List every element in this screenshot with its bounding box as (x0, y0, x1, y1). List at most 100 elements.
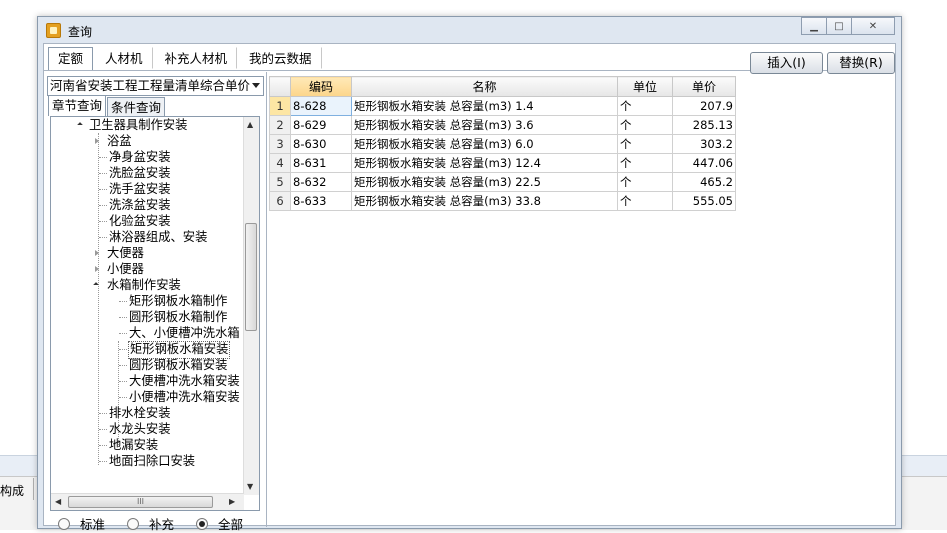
cell-code[interactable]: 8-630 (290, 134, 352, 154)
table-row[interactable]: 1 8-628 矩形钢板水箱安装 总容量(m3) 1.4 个 207.9 (269, 96, 736, 116)
cell-name[interactable]: 矩形钢板水箱安装 总容量(m3) 12.4 (351, 153, 618, 173)
tab-labor-material-machine[interactable]: 人材机 (95, 47, 153, 69)
cell-code[interactable]: 8-633 (290, 191, 352, 211)
filter-radio-group: 标准 补充 全部 (58, 514, 265, 533)
tab-condition-search[interactable]: 条件查询 (107, 97, 166, 116)
collapsed-icon[interactable] (95, 266, 99, 272)
cell-name[interactable]: 矩形钢板水箱安装 总容量(m3) 3.6 (351, 115, 618, 135)
tree-node[interactable]: 地面扫除口安装 (109, 453, 195, 469)
cell-unit[interactable]: 个 (617, 134, 673, 154)
tree-node[interactable]: 大、小便槽冲洗水箱 (129, 325, 240, 341)
row-number[interactable]: 2 (269, 115, 291, 135)
tree-node[interactable]: 洗脸盆安装 (109, 165, 171, 181)
cell-name[interactable]: 矩形钢板水箱安装 总容量(m3) 6.0 (351, 134, 618, 154)
title-bar[interactable]: 查询 ▁ □ ✕ (38, 17, 901, 43)
tree-node[interactable]: 小便槽冲洗水箱安装 (129, 389, 240, 405)
tree-node-water-tank[interactable]: 水箱制作安装 (107, 277, 181, 293)
cell-name[interactable]: 矩形钢板水箱安装 总容量(m3) 1.4 (351, 96, 618, 116)
scroll-right-icon[interactable]: ▶ (229, 497, 235, 506)
tree-horizontal-scrollbar[interactable]: ◀ III ▶ (51, 493, 244, 510)
tab-supplement-labor-material[interactable]: 补充人材机 (155, 47, 238, 69)
vertical-scroll-thumb[interactable] (245, 223, 257, 331)
tree-node[interactable]: 圆形钢板水箱制作 (129, 309, 227, 325)
tree-node-toilet[interactable]: 大便器 (107, 245, 144, 261)
tree-connector (99, 173, 107, 174)
radio-all[interactable]: 全部 (196, 514, 243, 533)
tree-connector (119, 333, 127, 334)
radio-button[interactable] (196, 517, 209, 530)
tree-node[interactable]: 洗涤盆安装 (109, 197, 171, 213)
tree-connector (119, 397, 127, 398)
replace-button[interactable]: 替换(R) (827, 52, 895, 74)
cell-unit[interactable]: 个 (617, 96, 673, 116)
radio-button[interactable] (127, 517, 140, 530)
table-row[interactable]: 2 8-629 矩形钢板水箱安装 总容量(m3) 3.6 个 285.13 (269, 115, 736, 135)
tree-connector (119, 349, 127, 350)
tab-my-cloud-data[interactable]: 我的云数据 (239, 47, 322, 69)
column-header-name[interactable]: 名称 (351, 76, 618, 97)
tree-node[interactable]: 大便槽冲洗水箱安装 (129, 373, 240, 389)
tree-node-sanitary-fixtures[interactable]: 卫生器具制作安装 (89, 117, 187, 133)
cell-unit[interactable]: 个 (617, 153, 673, 173)
row-number[interactable]: 4 (269, 153, 291, 173)
tree-node[interactable]: 地漏安装 (109, 437, 158, 453)
expanded-icon[interactable] (77, 122, 83, 128)
cell-price[interactable]: 555.05 (672, 191, 736, 211)
table-row[interactable]: 4 8-631 矩形钢板水箱安装 总容量(m3) 12.4 个 447.06 (269, 153, 736, 173)
cell-code[interactable]: 8-628 (290, 96, 352, 116)
scroll-down-icon[interactable]: ▼ (247, 482, 253, 491)
cell-code[interactable]: 8-629 (290, 115, 352, 135)
collapsed-icon[interactable] (95, 250, 99, 256)
cell-price[interactable]: 447.06 (672, 153, 736, 173)
cell-name[interactable]: 矩形钢板水箱安装 总容量(m3) 33.8 (351, 191, 618, 211)
column-header-unit[interactable]: 单位 (617, 76, 673, 97)
radio-standard[interactable]: 标准 (58, 514, 105, 533)
cell-code[interactable]: 8-631 (290, 153, 352, 173)
cell-unit[interactable]: 个 (617, 191, 673, 211)
tree-node[interactable]: 化验盆安装 (109, 213, 171, 229)
scroll-up-icon[interactable]: ▲ (247, 120, 253, 129)
scroll-left-icon[interactable]: ◀ (55, 497, 61, 506)
table-row[interactable]: 3 8-630 矩形钢板水箱安装 总容量(m3) 6.0 个 303.2 (269, 134, 736, 154)
background-separator (33, 478, 34, 500)
maximize-icon: □ (834, 20, 844, 32)
maximize-button[interactable]: □ (826, 17, 852, 35)
tree-vertical-scrollbar[interactable]: ▲ ▼ (243, 117, 259, 495)
row-number[interactable]: 1 (269, 96, 291, 116)
tree-node[interactable]: 排水栓安装 (109, 405, 171, 421)
tree-node[interactable]: 净身盆安装 (109, 149, 171, 165)
collapsed-icon[interactable] (95, 138, 99, 144)
tree-node[interactable]: 矩形钢板水箱制作 (129, 293, 227, 309)
tab-chapter-search[interactable]: 章节查询 (48, 95, 107, 116)
cell-code[interactable]: 8-632 (290, 172, 352, 192)
tab-quota[interactable]: 定额 (48, 47, 94, 71)
quota-library-select[interactable]: 河南省安装工程工程量清单综合单价 (47, 76, 264, 96)
row-number[interactable]: 5 (269, 172, 291, 192)
cell-unit[interactable]: 个 (617, 172, 673, 192)
cell-name[interactable]: 矩形钢板水箱安装 总容量(m3) 22.5 (351, 172, 618, 192)
tree-node[interactable]: 淋浴器组成、安装 (109, 229, 207, 245)
table-row[interactable]: 5 8-632 矩形钢板水箱安装 总容量(m3) 22.5 个 465.2 (269, 172, 736, 192)
table-row[interactable]: 6 8-633 矩形钢板水箱安装 总容量(m3) 33.8 个 555.05 (269, 191, 736, 211)
cell-unit[interactable]: 个 (617, 115, 673, 135)
horizontal-scroll-thumb[interactable]: III (68, 496, 213, 508)
tree-node[interactable]: 洗手盆安装 (109, 181, 171, 197)
radio-supplement[interactable]: 补充 (127, 514, 174, 533)
cell-price[interactable]: 285.13 (672, 115, 736, 135)
column-header-price[interactable]: 单价 (672, 76, 736, 97)
cell-price[interactable]: 207.9 (672, 96, 736, 116)
insert-button[interactable]: 插入(I) (750, 52, 823, 74)
row-number[interactable]: 6 (269, 191, 291, 211)
tree-node[interactable]: 圆形钢板水箱安装 (129, 357, 227, 373)
cell-price[interactable]: 303.2 (672, 134, 736, 154)
panel-splitter[interactable] (266, 72, 267, 527)
minimize-button[interactable]: ▁ (801, 17, 827, 35)
tree-node[interactable]: 水龙头安装 (109, 421, 171, 437)
row-number[interactable]: 3 (269, 134, 291, 154)
radio-button[interactable] (58, 517, 70, 530)
tree-node-bathtub[interactable]: 浴盆 (107, 133, 132, 149)
cell-price[interactable]: 465.2 (672, 172, 736, 192)
column-header-code[interactable]: 编码 (290, 76, 352, 97)
tree-node-urinal[interactable]: 小便器 (107, 261, 144, 277)
close-button[interactable]: ✕ (851, 17, 895, 35)
